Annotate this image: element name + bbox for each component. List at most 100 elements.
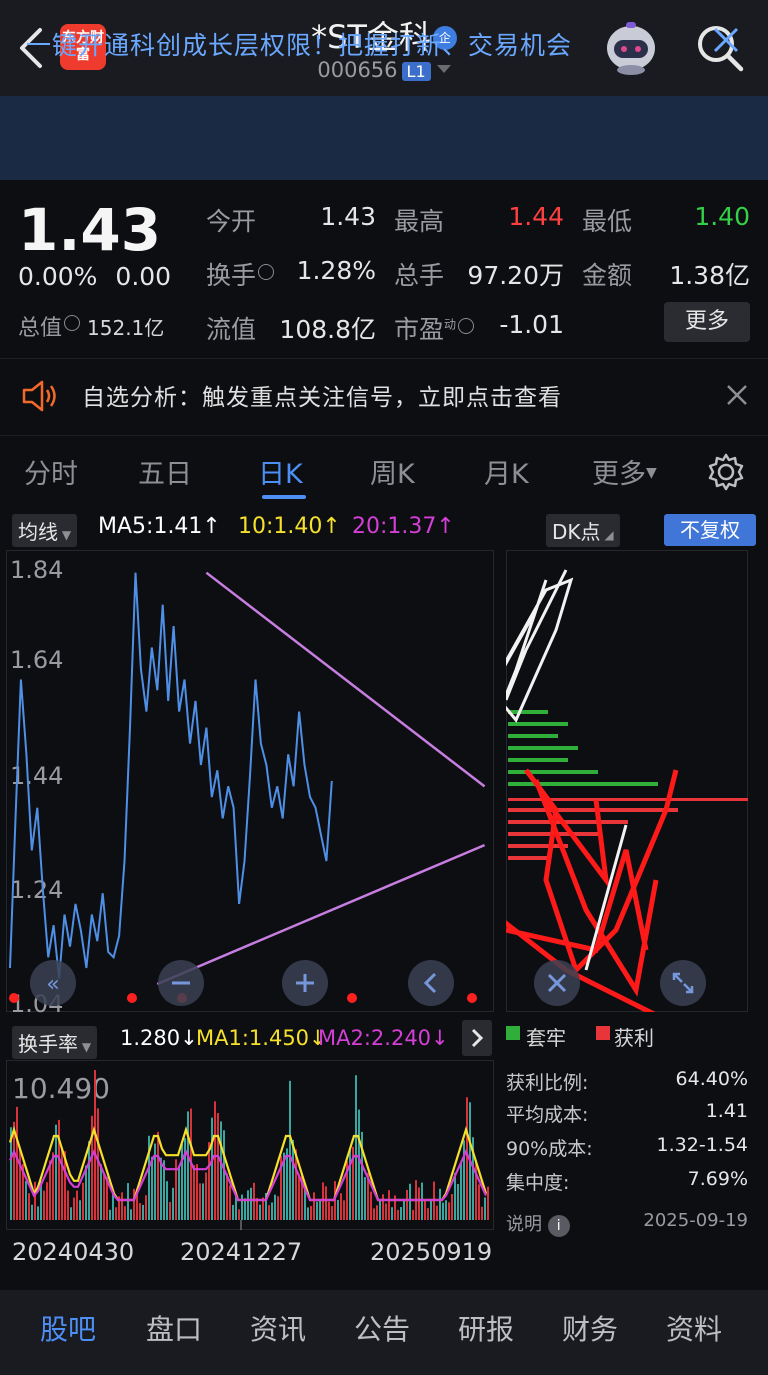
turnover-bar bbox=[457, 1183, 459, 1220]
nav-news[interactable]: 资讯 bbox=[250, 1308, 306, 1348]
adjustment-toggle[interactable]: 不复权 bbox=[664, 514, 756, 546]
turnover-bar bbox=[181, 1143, 183, 1220]
turnover-bar bbox=[376, 1205, 378, 1220]
chevron-right-icon bbox=[471, 1028, 484, 1048]
turnover-bar bbox=[52, 1152, 54, 1220]
cost-90-label: 90%成本: bbox=[506, 1138, 593, 1160]
info-smile-icon[interactable] bbox=[64, 315, 81, 331]
nav-research[interactable]: 研报 bbox=[458, 1308, 514, 1348]
turnover-bar bbox=[250, 1187, 252, 1220]
zoom-out-icon[interactable] bbox=[158, 960, 204, 1006]
turnover-bar bbox=[229, 1185, 231, 1220]
avg-cost-value: 1.41 bbox=[705, 1100, 748, 1122]
last-price: 1.43 bbox=[18, 196, 162, 264]
dropdown-caret-icon bbox=[436, 65, 451, 73]
turnover-value: 1.28% bbox=[296, 256, 376, 285]
turnover-bar bbox=[124, 1206, 126, 1220]
scroll-left-fast-icon[interactable]: « bbox=[30, 960, 76, 1006]
speaker-icon bbox=[22, 380, 56, 412]
turnover-bar bbox=[325, 1186, 327, 1220]
tab-five-day[interactable]: 五日 bbox=[138, 452, 192, 491]
gear-icon[interactable] bbox=[706, 452, 746, 492]
promo-banner-text[interactable]: 一键开通科创成长层权限！把握打新、交易机会 bbox=[26, 26, 572, 62]
turnover-bar bbox=[220, 1121, 222, 1220]
nav-profile[interactable]: 资料 bbox=[666, 1308, 722, 1348]
hand-stroke-white bbox=[584, 824, 628, 971]
active-tab-indicator bbox=[262, 495, 306, 499]
open-label: 今开 bbox=[206, 207, 257, 236]
turnover-ma1-line bbox=[8, 1125, 488, 1202]
turnover-bar bbox=[379, 1200, 381, 1220]
avg-cost-label: 平均成本: bbox=[506, 1104, 589, 1126]
price-line-chart bbox=[9, 571, 486, 1003]
turnover-bar bbox=[424, 1200, 426, 1220]
turnover-bar bbox=[418, 1187, 420, 1220]
float-cap-value: 108.8亿 bbox=[279, 315, 376, 344]
turnover-bar bbox=[427, 1208, 429, 1220]
turnover-bar bbox=[244, 1198, 246, 1220]
high-value: 1.44 bbox=[508, 202, 564, 231]
x-tick-label: 20241227 bbox=[180, 1238, 303, 1266]
turnover-bar bbox=[484, 1197, 486, 1220]
tab-weekly-k[interactable]: 周K bbox=[370, 452, 415, 491]
turnover-bar bbox=[223, 1130, 225, 1220]
nav-announcements[interactable]: 公告 bbox=[354, 1308, 410, 1348]
turnover-bar bbox=[436, 1205, 438, 1220]
nav-finance[interactable]: 财务 bbox=[562, 1308, 618, 1348]
chip-note-link[interactable]: 说明 i bbox=[506, 1210, 570, 1237]
turnover-bar bbox=[238, 1209, 240, 1220]
turnover-bar bbox=[193, 1165, 195, 1220]
dk-point-select[interactable]: DK点 ◢ bbox=[546, 514, 620, 547]
turnover-bar bbox=[133, 1188, 135, 1220]
indicator-select[interactable]: 均线 ▼ bbox=[12, 514, 78, 547]
turnover-bar bbox=[292, 1139, 294, 1220]
close-chip-icon[interactable] bbox=[534, 960, 580, 1006]
notice-text[interactable]: 自选分析：触发重点关注信号，立即点击查看 bbox=[82, 378, 562, 412]
tab-intraday[interactable]: 分时 bbox=[24, 452, 78, 491]
tab-daily-k[interactable]: 日K bbox=[258, 452, 303, 491]
signal-dot bbox=[347, 993, 357, 1003]
assistant-robot-icon[interactable] bbox=[600, 18, 662, 78]
expand-icon[interactable] bbox=[660, 960, 706, 1006]
close-icon[interactable] bbox=[722, 380, 752, 410]
turnover-bar bbox=[409, 1183, 411, 1220]
total-market-cap-label: 总值 bbox=[18, 316, 63, 341]
promo-banner[interactable] bbox=[0, 96, 768, 180]
turnover-bar bbox=[151, 1156, 153, 1220]
turnover-bar bbox=[274, 1194, 276, 1220]
turnover-indicator-select[interactable]: 换手率 ▼ bbox=[12, 1026, 98, 1059]
turnover-bar bbox=[166, 1181, 168, 1220]
info-smile-icon[interactable] bbox=[258, 264, 275, 280]
turnover-bar bbox=[49, 1160, 51, 1220]
nav-pankou[interactable]: 盘口 bbox=[146, 1308, 202, 1348]
turnover-bar bbox=[421, 1182, 423, 1220]
hand-scribble-white bbox=[506, 569, 574, 723]
tab-monthly-k[interactable]: 月K bbox=[484, 452, 529, 491]
turnover-bar bbox=[316, 1201, 318, 1220]
legend-swatch-profit bbox=[596, 1026, 610, 1040]
nav-guba[interactable]: 股吧 bbox=[40, 1308, 96, 1348]
turnover-bar bbox=[403, 1200, 405, 1220]
turnover-bar bbox=[13, 1121, 15, 1220]
turnover-bar bbox=[127, 1183, 129, 1220]
turnover-bar bbox=[82, 1182, 84, 1220]
turnover-bar bbox=[286, 1148, 288, 1220]
tab-more[interactable]: 更多▼ bbox=[592, 452, 657, 491]
ma10-value: 10:1.40↑ bbox=[238, 514, 341, 539]
turnover-bar bbox=[19, 1148, 21, 1220]
pe-label: 市盈动 bbox=[394, 310, 475, 346]
more-button[interactable]: 更多 bbox=[664, 302, 750, 342]
close-icon[interactable] bbox=[708, 22, 744, 58]
scroll-left-icon[interactable] bbox=[408, 960, 454, 1006]
caret-down-icon: ▼ bbox=[646, 465, 657, 481]
trendline-0 bbox=[205, 571, 486, 788]
info-smile-icon[interactable] bbox=[458, 318, 475, 334]
zoom-in-icon[interactable] bbox=[282, 960, 328, 1006]
signal-dot bbox=[127, 993, 137, 1003]
turnover-bar bbox=[256, 1198, 258, 1220]
expand-right-button[interactable] bbox=[462, 1020, 492, 1056]
chip-distribution-chart bbox=[506, 569, 748, 1012]
turnover-bar bbox=[130, 1209, 132, 1220]
total-market-cap: 总值 152.1亿 bbox=[18, 310, 164, 342]
turnover-bar bbox=[94, 1070, 96, 1220]
